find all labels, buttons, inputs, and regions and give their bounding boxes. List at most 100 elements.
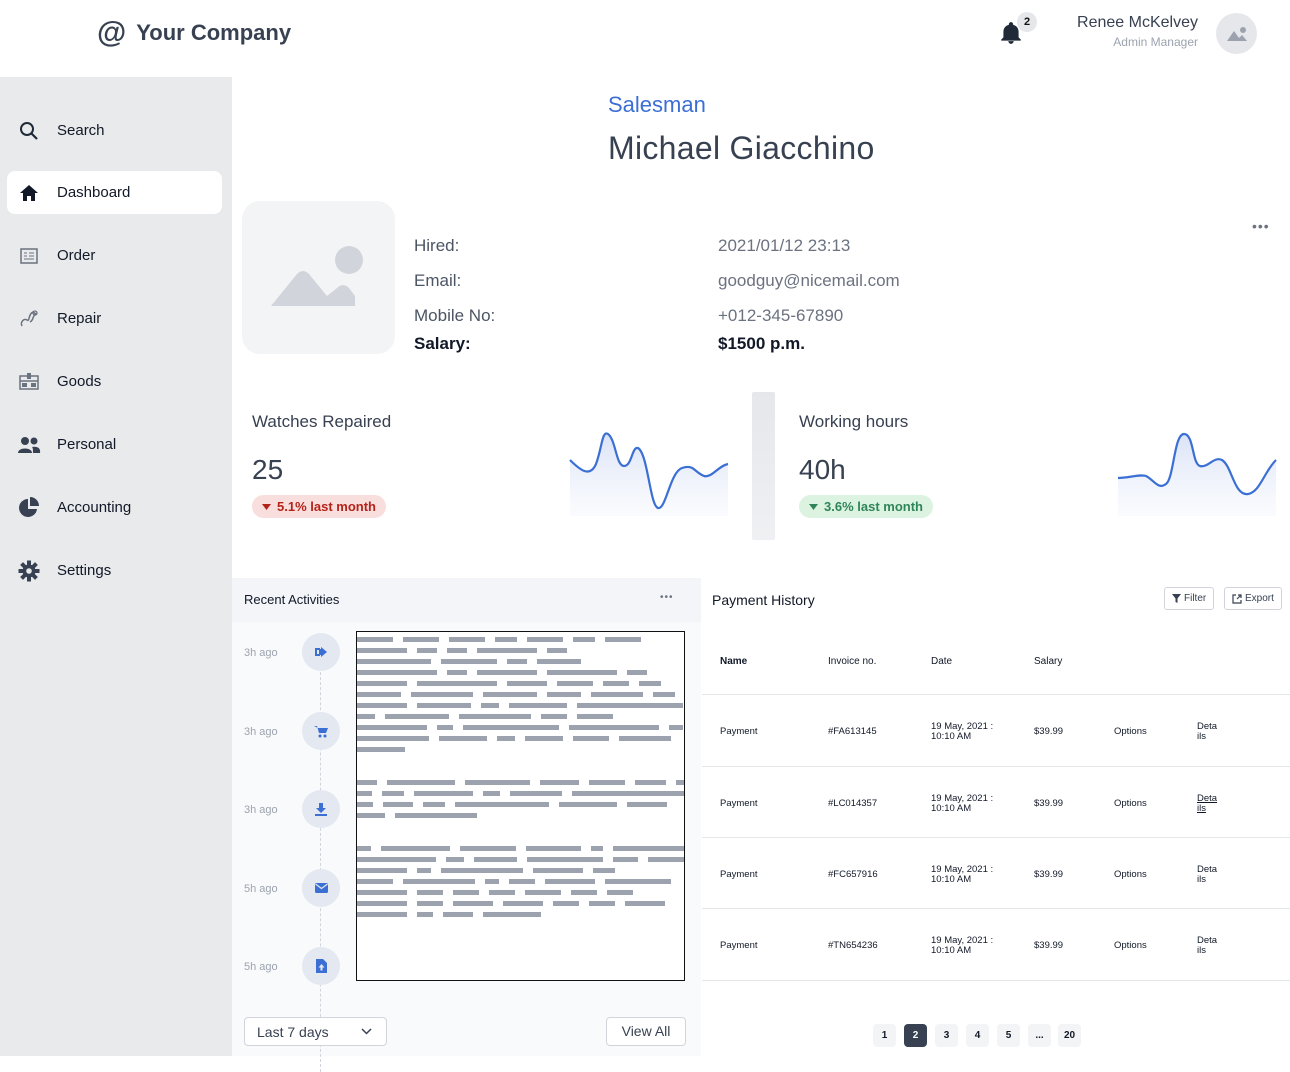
avatar[interactable]	[1216, 13, 1257, 54]
download-icon[interactable]	[302, 790, 340, 828]
activity-time: 5h ago	[244, 883, 278, 895]
activity-time: 3h ago	[244, 726, 278, 738]
stat-change-hours: 3.6% last month	[799, 495, 933, 518]
details-link[interactable]: Details	[1197, 936, 1219, 956]
employee-role: Salesman	[608, 92, 706, 117]
sidebar-item-repair[interactable]: Repair	[7, 297, 222, 340]
options-link[interactable]: Options	[1114, 870, 1147, 880]
sidebar-item-settings[interactable]: Settings	[7, 549, 222, 592]
profile-more-button[interactable]: •••	[1252, 218, 1270, 234]
invoice-number: #FA613145	[828, 726, 877, 737]
search-icon	[17, 119, 41, 143]
sparkline-watches	[569, 432, 729, 516]
repair-icon	[17, 307, 41, 331]
payment-date: 19 May, 2021 : 10:10 AM	[931, 935, 994, 956]
sidebar-item-dashboard[interactable]: Dashboard	[7, 171, 222, 214]
invoice-number: #TN654236	[828, 940, 878, 951]
column-header-salary[interactable]: Salary	[1034, 656, 1062, 667]
stat-change-text: 5.1% last month	[277, 499, 376, 514]
company-logo[interactable]: @ Your Company	[97, 18, 291, 48]
sidebar-item-personal[interactable]: Personal	[7, 423, 222, 466]
page-button[interactable]: 20	[1058, 1024, 1081, 1047]
user-role: Admin Manager	[1113, 35, 1198, 49]
export-icon	[1232, 593, 1242, 604]
activities-footer: Last 7 days View All	[232, 1008, 701, 1056]
top-bar: @ Your Company 2 Renee McKelvey Admin Ma…	[0, 0, 1290, 77]
people-icon	[17, 433, 41, 457]
filter-label: Filter	[1184, 593, 1207, 604]
payment-date: 19 May, 2021 : 10:10 AM	[931, 721, 994, 742]
options-link[interactable]: Options	[1114, 941, 1147, 951]
sidebar-item-label: Repair	[57, 310, 102, 327]
sidebar-item-accounting[interactable]: Accounting	[7, 486, 222, 529]
activities-header: Recent Activities •••	[232, 578, 701, 622]
payment-salary: $39.99	[1034, 940, 1064, 951]
sidebar-item-label: Personal	[57, 436, 117, 453]
caret-down-icon	[809, 503, 818, 510]
options-link[interactable]: Options	[1114, 727, 1147, 737]
sidebar-item-label: Accounting	[57, 499, 132, 516]
stat-change-watches: 5.1% last month	[252, 495, 386, 518]
logout-icon[interactable]	[302, 633, 340, 671]
page-button[interactable]: 4	[966, 1024, 989, 1047]
home-icon	[17, 181, 41, 205]
column-header-name[interactable]: Name	[720, 656, 747, 667]
sidebar-item-label: Search	[57, 122, 105, 139]
activity-time: 3h ago	[244, 647, 278, 659]
activities-more-button[interactable]: •••	[660, 592, 674, 603]
export-label: Export	[1245, 593, 1274, 604]
details-link[interactable]: Details	[1197, 794, 1219, 814]
export-button[interactable]: Export	[1224, 587, 1282, 610]
payment-salary: $39.99	[1034, 726, 1064, 737]
salary-label: Salary:	[414, 334, 471, 353]
sidebar-item-order[interactable]: Order	[7, 234, 222, 277]
gear-icon	[17, 559, 41, 583]
user-name: Renee McKelvey	[1077, 14, 1198, 31]
page-button[interactable]: 1	[873, 1024, 896, 1047]
order-icon	[17, 244, 41, 268]
payment-name: Payment	[720, 940, 758, 951]
invoice-number: #LC014357	[828, 798, 878, 809]
column-header-date[interactable]: Date	[931, 656, 952, 667]
payment-history-title: Payment History	[712, 592, 815, 608]
notification-badge: 2	[1017, 12, 1037, 32]
date-range-select[interactable]: Last 7 days	[244, 1017, 387, 1046]
filter-icon	[1172, 594, 1181, 603]
payment-salary: $39.99	[1034, 869, 1064, 880]
upload-file-icon[interactable]	[302, 947, 340, 985]
user-info[interactable]: Renee McKelvey Admin Manager	[1077, 14, 1198, 49]
activity-time: 5h ago	[244, 961, 278, 973]
redacted-content	[356, 631, 685, 981]
sidebar-item-label: Settings	[57, 562, 112, 579]
view-all-button[interactable]: View All	[606, 1017, 686, 1046]
activity-time: 3h ago	[244, 804, 278, 816]
page-button[interactable]: 3	[935, 1024, 958, 1047]
salary-value: $1500 p.m.	[718, 334, 805, 353]
filter-button[interactable]: Filter	[1164, 587, 1215, 610]
payment-salary: $39.99	[1034, 798, 1064, 809]
column-header-invoice[interactable]: Invoice no.	[828, 656, 876, 667]
details-link[interactable]: Details	[1197, 865, 1219, 885]
row-divider	[702, 766, 1290, 767]
at-logo-icon: @	[97, 16, 127, 49]
page-button-current[interactable]: 2	[904, 1024, 927, 1047]
sidebar-item-goods[interactable]: Goods	[7, 360, 222, 403]
profile-photo-placeholder[interactable]	[242, 201, 395, 354]
stat-title-watches: Watches Repaired	[252, 412, 392, 431]
row-divider	[702, 980, 1290, 981]
page-button[interactable]: 5	[997, 1024, 1020, 1047]
details-link[interactable]: Details	[1197, 722, 1219, 742]
hired-label: Hired:	[414, 236, 460, 255]
pie-chart-icon	[17, 496, 41, 520]
cart-icon[interactable]	[302, 712, 340, 750]
payment-name: Payment	[720, 869, 758, 880]
stat-value-hours: 40h	[799, 454, 846, 485]
mail-icon[interactable]	[302, 869, 340, 907]
sidebar-item-search[interactable]: Search	[7, 109, 222, 152]
row-divider	[702, 837, 1290, 838]
goods-icon	[17, 370, 41, 394]
stat-value-watches: 25	[252, 454, 284, 485]
date-range-value: Last 7 days	[257, 1023, 329, 1040]
sidebar-item-label: Goods	[57, 373, 102, 390]
options-link[interactable]: Options	[1114, 799, 1147, 809]
